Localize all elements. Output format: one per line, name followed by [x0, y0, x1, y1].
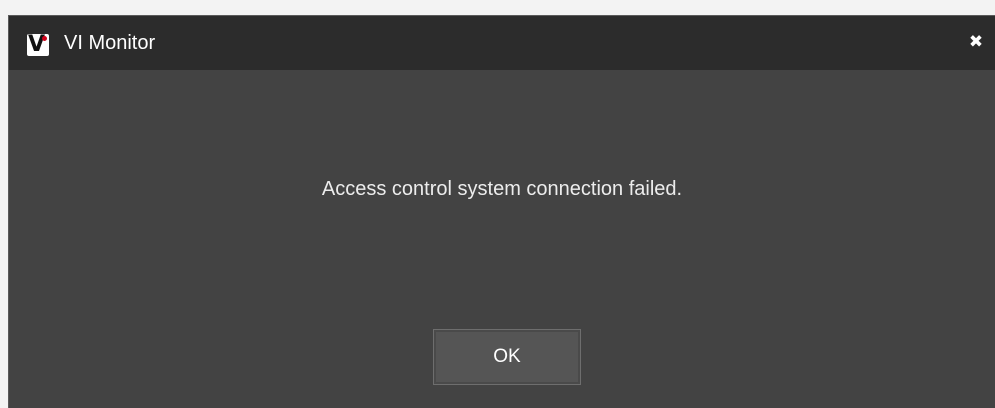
- vi-logo-icon: V: [27, 32, 49, 57]
- ok-button[interactable]: OK: [433, 329, 581, 385]
- window-title: VI Monitor: [64, 32, 156, 54]
- title-bar[interactable]: V VI Monitor ✖: [9, 16, 995, 70]
- logo-dot: [42, 36, 47, 41]
- close-icon[interactable]: ✖: [965, 29, 987, 55]
- message-dialog: V VI Monitor ✖ Access control system con…: [8, 15, 995, 408]
- error-message: Access control system connection failed.: [321, 178, 683, 200]
